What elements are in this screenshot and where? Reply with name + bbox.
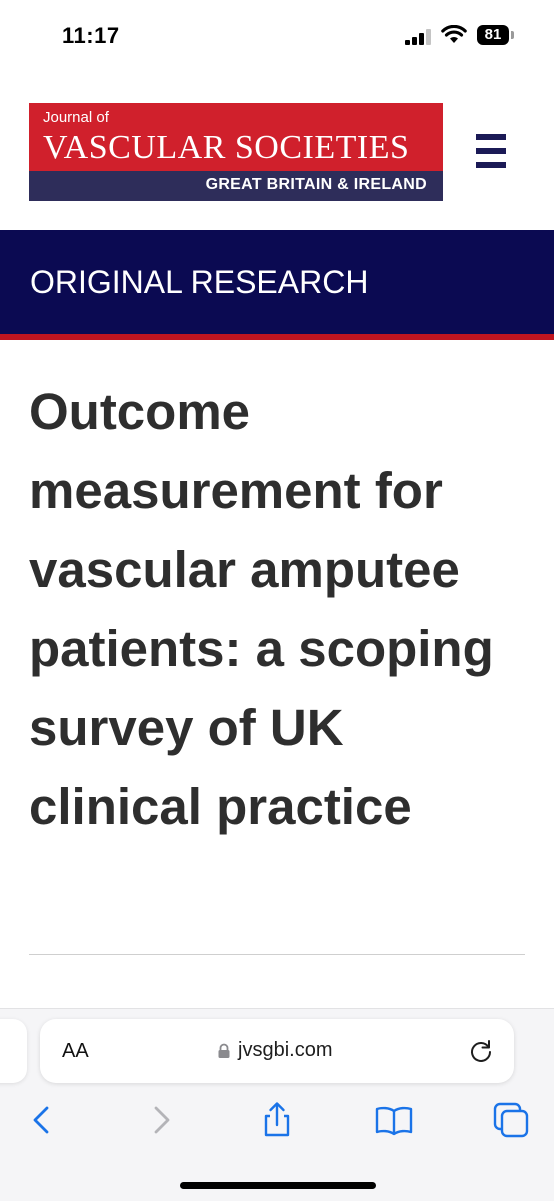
article-title: Outcome measurement for vascular amputee… — [29, 383, 494, 835]
share-icon[interactable] — [257, 1100, 297, 1140]
previous-tab-preview[interactable] — [0, 1019, 27, 1083]
back-icon[interactable] — [22, 1100, 62, 1140]
journal-logo[interactable]: Journal of VASCULAR SOCIETIES GREAT BRIT… — [29, 103, 443, 201]
menu-bar — [476, 162, 506, 168]
section-banner-underline — [0, 334, 554, 340]
url-text: jvsgbi.com — [238, 1039, 333, 1061]
cellular-signal-icon — [405, 29, 431, 45]
logo-line1: Journal of — [43, 109, 109, 126]
battery-level: 81 — [477, 25, 509, 45]
tabs-icon[interactable] — [491, 1100, 531, 1140]
bookmarks-icon[interactable] — [374, 1100, 414, 1140]
divider — [29, 954, 525, 955]
battery-tip — [511, 31, 514, 39]
menu-bar — [476, 134, 506, 140]
text-size-label: AA — [62, 1040, 89, 1062]
logo-navy-band: GREAT BRITAIN & IRELAND — [29, 171, 443, 201]
home-indicator — [180, 1182, 376, 1189]
section-label: ORIGINAL RESEARCH — [30, 264, 369, 300]
hamburger-menu-icon[interactable] — [473, 133, 509, 169]
status-time: 11:17 — [62, 23, 120, 48]
battery-indicator: 81 — [477, 25, 517, 47]
lock-icon — [218, 1043, 230, 1058]
logo-line2: VASCULAR SOCIETIES — [43, 129, 410, 166]
wifi-icon — [441, 25, 467, 43]
address-bar[interactable]: AA jvsgbi.com — [40, 1019, 514, 1083]
menu-bar — [476, 148, 506, 154]
reload-icon[interactable] — [468, 1038, 494, 1064]
logo-red-band: Journal of VASCULAR SOCIETIES — [29, 103, 443, 171]
forward-icon[interactable] — [141, 1100, 181, 1140]
status-bar: 11:17 81 — [0, 0, 554, 70]
text-size-button[interactable]: AA — [62, 1040, 89, 1063]
logo-line3: GREAT BRITAIN & IRELAND — [205, 176, 427, 193]
